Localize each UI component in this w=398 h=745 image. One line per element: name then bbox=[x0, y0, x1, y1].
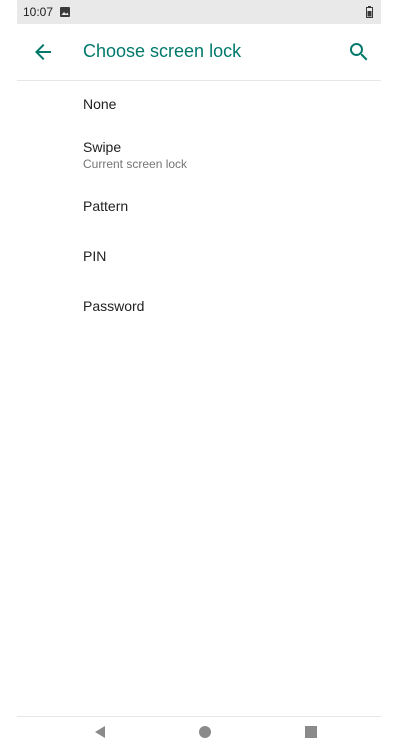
search-icon[interactable] bbox=[347, 40, 371, 64]
image-notification-icon bbox=[60, 7, 71, 17]
status-bar: 10:07 bbox=[17, 0, 381, 24]
nav-recents-icon[interactable] bbox=[304, 725, 318, 739]
lock-option-pin[interactable]: PIN bbox=[17, 234, 381, 284]
app-bar: Choose screen lock bbox=[17, 24, 381, 81]
lock-option-password[interactable]: Password bbox=[17, 284, 381, 334]
screen-lock-options-list: None Swipe Current screen lock Pattern P… bbox=[17, 81, 381, 334]
lock-option-none[interactable]: None bbox=[17, 81, 381, 128]
arrow-back-icon[interactable] bbox=[31, 40, 55, 64]
lock-option-pattern[interactable]: Pattern bbox=[17, 184, 381, 234]
lock-option-swipe[interactable]: Swipe Current screen lock bbox=[17, 128, 381, 184]
battery-icon bbox=[366, 6, 373, 18]
lock-option-title: None bbox=[83, 96, 117, 112]
phone-screen: 10:07 Choose screen lock None Swipe Curr… bbox=[17, 0, 381, 745]
lock-option-subtitle: Current screen lock bbox=[83, 157, 188, 171]
lock-option-title: Password bbox=[83, 298, 145, 314]
nav-back-icon[interactable] bbox=[93, 725, 107, 739]
navigation-bar bbox=[17, 716, 381, 745]
status-time: 10:07 bbox=[23, 5, 54, 19]
nav-home-icon[interactable] bbox=[198, 725, 212, 739]
lock-option-title: Swipe bbox=[83, 139, 122, 155]
lock-option-title: Pattern bbox=[83, 198, 129, 214]
lock-option-title: PIN bbox=[83, 248, 107, 264]
page-title: Choose screen lock bbox=[83, 41, 242, 61]
